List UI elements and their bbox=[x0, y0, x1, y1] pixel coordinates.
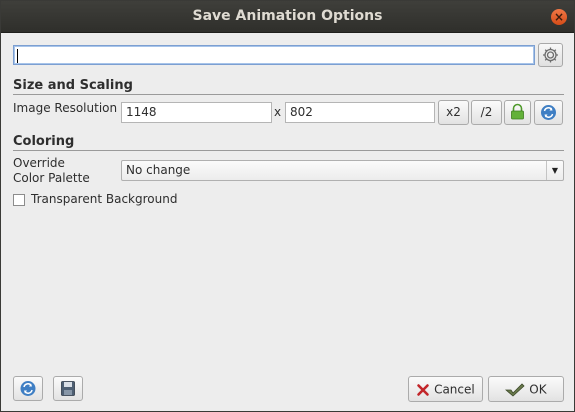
image-resolution-label: Image Resolution bbox=[13, 101, 118, 115]
file-path-input[interactable] bbox=[13, 45, 535, 65]
cancel-button[interactable]: Cancel bbox=[408, 376, 483, 402]
save-icon bbox=[61, 381, 75, 396]
cancel-x-icon bbox=[416, 383, 430, 397]
titlebar: Save Animation Options × bbox=[1, 1, 574, 33]
section-divider bbox=[13, 150, 564, 151]
transparent-background-label: Transparent Background bbox=[31, 192, 178, 206]
ok-label: OK bbox=[529, 382, 547, 397]
save-animation-options-dialog: Save Animation Options × Size and Scalin… bbox=[0, 0, 575, 412]
lock-icon bbox=[511, 103, 524, 120]
chevron-down-icon: ▼ bbox=[546, 161, 563, 180]
save-settings-button[interactable] bbox=[53, 376, 83, 401]
transparent-background-checkbox[interactable] bbox=[13, 194, 25, 206]
window-title: Save Animation Options bbox=[192, 8, 383, 24]
lock-aspect-button[interactable] bbox=[504, 100, 531, 125]
reset-defaults-button[interactable] bbox=[13, 376, 43, 401]
cancel-label: Cancel bbox=[434, 382, 475, 397]
width-input[interactable]: 1148 bbox=[121, 102, 272, 123]
text-caret bbox=[17, 48, 18, 63]
double-size-button[interactable]: x2 bbox=[438, 100, 469, 125]
refresh-icon bbox=[20, 381, 36, 396]
override-label-line2: Color Palette bbox=[13, 171, 90, 185]
ok-button[interactable]: OK bbox=[488, 376, 564, 402]
coloring-section-title: Coloring bbox=[13, 134, 75, 149]
refresh-icon bbox=[541, 105, 556, 120]
override-label-line1: Override bbox=[13, 156, 65, 170]
height-input[interactable]: 802 bbox=[285, 102, 435, 123]
section-divider bbox=[13, 94, 564, 95]
settings-button[interactable] bbox=[538, 43, 563, 67]
palette-selected-value: No change bbox=[126, 163, 191, 177]
size-section-title: Size and Scaling bbox=[13, 78, 133, 93]
ok-check-icon bbox=[505, 382, 526, 397]
resolution-separator: x bbox=[274, 105, 282, 119]
gear-icon bbox=[543, 47, 558, 63]
half-size-button[interactable]: /2 bbox=[471, 100, 502, 125]
close-icon[interactable]: × bbox=[551, 9, 567, 25]
reset-size-button[interactable] bbox=[534, 100, 563, 125]
color-palette-select[interactable]: No change ▼ bbox=[121, 160, 564, 181]
